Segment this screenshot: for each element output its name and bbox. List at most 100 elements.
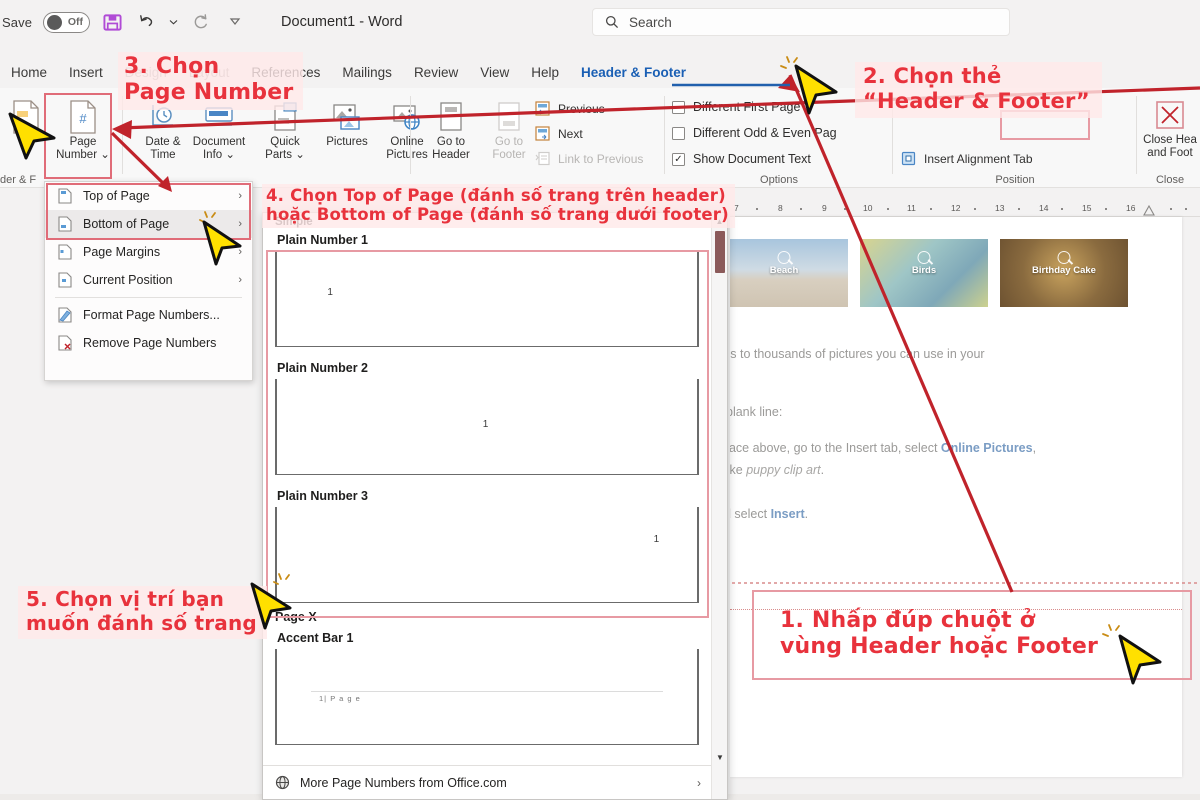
ruler-tick: 13	[995, 203, 1005, 213]
pictures-icon	[331, 98, 363, 136]
ruler-dot	[800, 208, 802, 210]
tab-home[interactable]: Home	[0, 58, 58, 87]
ribbon-group-navigation: Go to Header Go to Footer Previous Next …	[414, 88, 662, 188]
document-line: ss to thousands of pictures you can use …	[730, 347, 985, 361]
picture-label: Beach	[769, 264, 799, 276]
quick-parts-line1: Quick	[270, 136, 300, 148]
close-label-line2: and Foot	[1147, 147, 1193, 159]
bottom-of-page-icon	[57, 216, 73, 232]
tab-review[interactable]: Review	[403, 58, 469, 87]
undo-dropdown-icon[interactable]	[169, 11, 178, 34]
ruler-dot	[887, 208, 889, 210]
next-button[interactable]: Next	[534, 121, 643, 146]
tab-insert[interactable]: Insert	[58, 58, 114, 87]
checkbox-box	[672, 100, 685, 114]
menu-item-label: Page Margins	[83, 245, 161, 259]
scrollbar-thumb[interactable]	[715, 231, 725, 273]
right-indent-marker-icon[interactable]	[1143, 205, 1155, 216]
gallery-scrollbar[interactable]: ▲ ▼	[711, 213, 727, 799]
insert-alignment-tab-button[interactable]: Insert Alignment Tab	[900, 146, 1033, 171]
undo-arrow-icon[interactable]	[135, 11, 158, 34]
page-margins-icon	[57, 244, 73, 260]
search-box[interactable]: Search	[592, 8, 1010, 36]
gallery-item-label: Plain Number 2	[277, 361, 368, 375]
document-pane: 7 8 9 10 11 12 13 14 15 16 Beach Birds B…	[730, 188, 1200, 800]
annotation-step-5-line1: 5. Chọn vị trí bạn	[26, 587, 225, 611]
picture-label: Birthday Cake	[1032, 264, 1096, 276]
page-number-icon: #	[68, 98, 98, 136]
check-icon: ✓	[674, 153, 683, 165]
gallery-item-preview: 1	[275, 251, 699, 347]
group-label-position: Position	[995, 174, 1035, 186]
quick-access-toolbar: Save Off Document1 - Word	[0, 11, 402, 34]
menu-item-label: Format Page Numbers...	[83, 308, 220, 322]
redo-arrow-icon[interactable]	[189, 11, 212, 34]
picture-thumbnail[interactable]: Birthday Cake	[1000, 239, 1128, 307]
horizontal-ruler[interactable]: 7 8 9 10 11 12 13 14 15 16	[730, 200, 1200, 217]
picture-row: Beach Birds Birthday Cake	[730, 239, 1128, 307]
document-line: blank line:	[730, 405, 783, 419]
insert-alignment-tab-label: Insert Alignment Tab	[924, 151, 1033, 166]
customize-qat-icon[interactable]	[223, 11, 246, 34]
more-page-numbers-from-office-row[interactable]: More Page Numbers from Office.com ›	[263, 765, 711, 799]
document-page[interactable]: Beach Birds Birthday Cake ss to thousand…	[730, 217, 1182, 777]
submenu-arrow-icon: ›	[238, 190, 242, 202]
remove-page-numbers-icon	[57, 335, 73, 351]
menu-item-top-of-page[interactable]: Top of Page ›	[45, 182, 252, 210]
gallery-item-label: Accent Bar 1	[277, 631, 354, 645]
link-to-previous-button: Link to Previous	[534, 146, 643, 171]
next-icon	[534, 125, 551, 142]
doc-info-line1: Document	[192, 136, 246, 148]
ribbon-separator-2	[410, 96, 411, 174]
goto-header-icon	[438, 98, 464, 136]
globe-icon	[275, 775, 290, 790]
show-document-text-checkbox[interactable]: ✓ Show Document Text	[672, 146, 837, 172]
gallery-item-accent-bar-1[interactable]: Accent Bar 1 1| P a g e	[263, 627, 711, 745]
different-odd-even-checkbox[interactable]: Different Odd & Even Pag	[672, 120, 837, 146]
annotation-step-2: 2. Chọn thẻ “Header & Footer”	[855, 62, 1102, 118]
different-first-page-label: Different First Page	[693, 100, 801, 114]
tab-view[interactable]: View	[469, 58, 520, 87]
floppy-disk-icon[interactable]	[101, 11, 124, 34]
previous-icon	[534, 100, 551, 117]
annotation-step-5-line2: muốn đánh số trang	[26, 610, 257, 635]
picture-thumbnail[interactable]: Beach	[730, 239, 848, 307]
menu-item-format-page-numbers[interactable]: Format Page Numbers...	[45, 301, 252, 329]
page-number-gallery: Simple Plain Number 1 1 Plain Number 2 1…	[262, 212, 728, 800]
tab-help[interactable]: Help	[520, 58, 570, 87]
alignment-tab-icon	[900, 150, 917, 167]
different-odd-even-label: Different Odd & Even Pag	[693, 126, 837, 140]
goto-header-line1: Go to	[436, 136, 466, 148]
document-line: like puppy clip art.	[730, 463, 825, 477]
ruler-dot	[1018, 208, 1020, 210]
tab-header-and-footer[interactable]: Header & Footer	[570, 58, 697, 92]
tab-mailings[interactable]: Mailings	[331, 58, 403, 87]
cursor-pointer-page-number	[8, 112, 56, 160]
menu-item-current-position[interactable]: Current Position ›	[45, 266, 252, 294]
ruler-tick: 16	[1126, 203, 1136, 213]
picture-label: Birds	[911, 264, 937, 276]
autosave-toggle[interactable]: Off	[43, 11, 91, 33]
page-number-label-line1: Page	[69, 136, 97, 148]
gallery-item-plain-number-3[interactable]: Plain Number 3 1	[263, 485, 711, 603]
document-line: d select Insert.	[730, 507, 809, 521]
close-header-and-footer-button[interactable]: Close Hea and Foot	[1140, 88, 1200, 160]
preview-page-number: 1| P a g e	[319, 693, 361, 703]
magnifier-icon	[1057, 251, 1071, 265]
ruler-tick: 15	[1082, 203, 1092, 213]
previous-button[interactable]: Previous	[534, 96, 643, 121]
more-page-numbers-label: More Page Numbers from Office.com	[300, 775, 507, 790]
annotation-step-4-line2: hoặc Bottom of Page (đánh số trang dưới …	[266, 205, 729, 225]
menu-item-remove-page-numbers[interactable]: Remove Page Numbers	[45, 329, 252, 357]
search-icon	[605, 15, 619, 29]
ruler-dot	[844, 208, 846, 210]
gallery-item-plain-number-2[interactable]: Plain Number 2 1	[263, 357, 711, 475]
close-x-icon	[1155, 96, 1185, 134]
scroll-down-button[interactable]: ▼	[712, 749, 728, 765]
ribbon-separator-5	[1136, 96, 1137, 174]
checkbox-box	[672, 126, 685, 140]
picture-thumbnail[interactable]: Birds	[860, 239, 988, 307]
gallery-item-preview: 1| P a g e	[275, 649, 699, 745]
gallery-item-plain-number-1[interactable]: Plain Number 1 1	[263, 229, 711, 347]
group-label-close: Close	[1155, 174, 1185, 186]
